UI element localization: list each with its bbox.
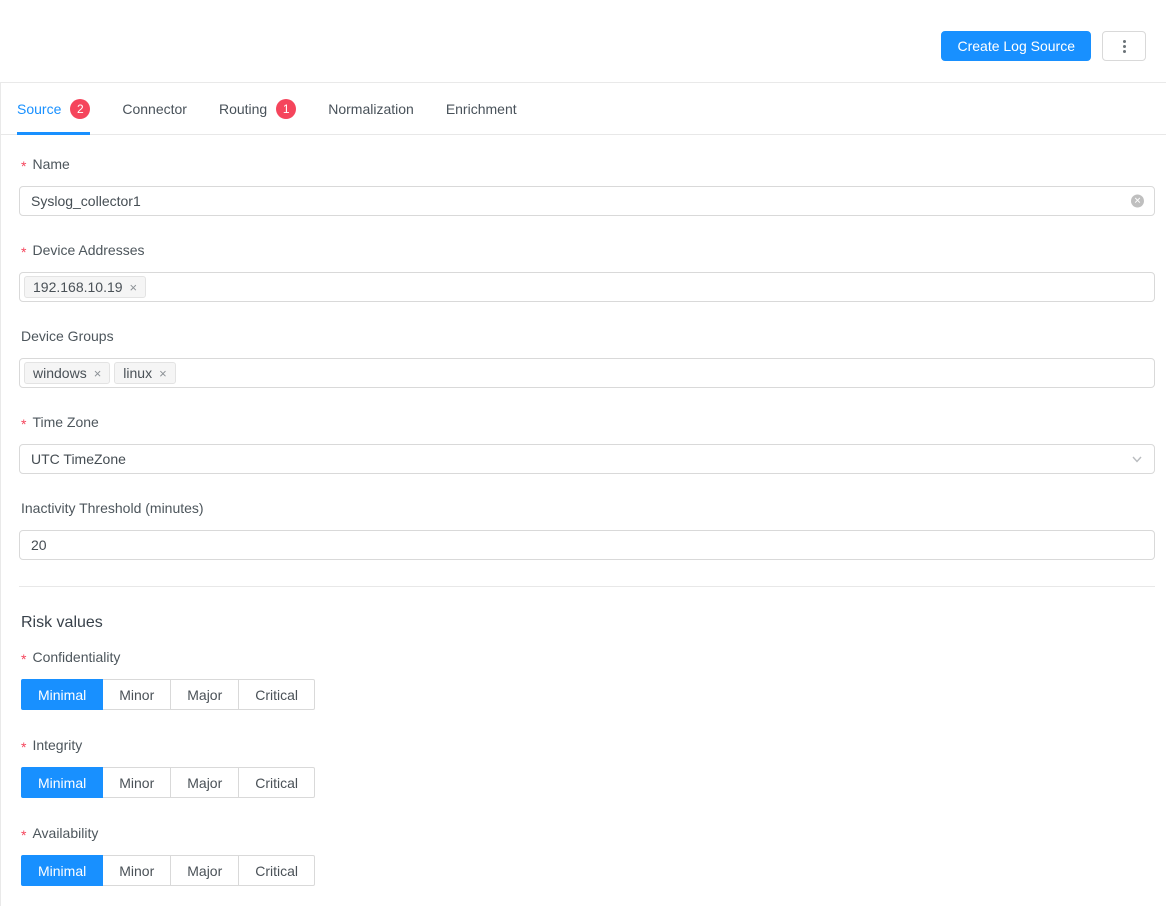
form-item-name: * Name ✕ xyxy=(19,156,1154,216)
more-actions-button[interactable] xyxy=(1102,31,1146,61)
tab-label: Normalization xyxy=(328,101,414,117)
clear-icon[interactable]: ✕ xyxy=(1131,195,1144,208)
create-log-source-page: Create Log Source Source 2 Connector Rou… xyxy=(0,0,1166,906)
tag-device-address: 192.168.10.19 × xyxy=(24,276,146,298)
routing-badge: 1 xyxy=(276,99,296,119)
ellipsis-vertical-icon xyxy=(1123,40,1126,53)
time-zone-select[interactable]: UTC TimeZone xyxy=(19,444,1155,474)
time-zone-label: * Time Zone xyxy=(21,414,1154,430)
time-zone-value: UTC TimeZone xyxy=(20,451,126,467)
form-item-time-zone: * Time Zone UTC TimeZone xyxy=(19,414,1154,474)
device-addresses-label: * Device Addresses xyxy=(21,242,1154,258)
name-input[interactable] xyxy=(20,187,1154,215)
chevron-down-icon xyxy=(1131,453,1143,465)
log-source-panel: Source 2 Connector Routing 1 Normalizati… xyxy=(0,83,1166,906)
page-header: Create Log Source xyxy=(0,0,1166,83)
integrity-option-critical[interactable]: Critical xyxy=(239,767,315,798)
form-item-availability: * Availability Minimal Minor Major Criti… xyxy=(19,825,1154,886)
required-asterisk: * xyxy=(21,651,26,667)
required-asterisk: * xyxy=(21,244,26,260)
device-groups-input[interactable]: windows × linux × xyxy=(19,358,1155,388)
tag-linux: linux × xyxy=(114,362,175,384)
confidentiality-option-minor[interactable]: Minor xyxy=(103,679,171,710)
create-log-source-button[interactable]: Create Log Source xyxy=(941,31,1091,61)
form-item-confidentiality: * Confidentiality Minimal Minor Major Cr… xyxy=(19,649,1154,710)
remove-tag-icon[interactable]: × xyxy=(130,281,138,294)
confidentiality-option-major[interactable]: Major xyxy=(171,679,239,710)
integrity-label: * Integrity xyxy=(21,737,1154,753)
tab-routing[interactable]: Routing 1 xyxy=(219,83,296,134)
integrity-option-major[interactable]: Major xyxy=(171,767,239,798)
name-field: ✕ xyxy=(19,186,1155,216)
name-label: * Name xyxy=(21,156,1154,172)
integrity-option-minor[interactable]: Minor xyxy=(103,767,171,798)
remove-tag-icon[interactable]: × xyxy=(159,367,167,380)
tab-label: Source xyxy=(17,101,61,117)
inactivity-threshold-label: Inactivity Threshold (minutes) xyxy=(21,500,1154,516)
availability-option-minor[interactable]: Minor xyxy=(103,855,171,886)
device-groups-label: Device Groups xyxy=(21,328,1154,344)
form-item-inactivity-threshold: Inactivity Threshold (minutes) xyxy=(19,500,1154,560)
inactivity-threshold-input[interactable] xyxy=(20,531,1154,559)
availability-option-minimal[interactable]: Minimal xyxy=(21,855,103,886)
availability-option-critical[interactable]: Critical xyxy=(239,855,315,886)
required-asterisk: * xyxy=(21,158,26,174)
source-badge: 2 xyxy=(70,99,90,119)
form-item-integrity: * Integrity Minimal Minor Major Critical xyxy=(19,737,1154,798)
section-divider xyxy=(19,586,1155,587)
tab-label: Routing xyxy=(219,101,267,117)
tag-windows: windows × xyxy=(24,362,110,384)
form-item-device-addresses: * Device Addresses 192.168.10.19 × xyxy=(19,242,1154,302)
confidentiality-options: Minimal Minor Major Critical xyxy=(21,679,315,710)
tab-label: Enrichment xyxy=(446,101,517,117)
availability-options: Minimal Minor Major Critical xyxy=(21,855,315,886)
source-form: * Name ✕ * Device Addresses 192.168.10.1… xyxy=(1,135,1166,886)
confidentiality-label: * Confidentiality xyxy=(21,649,1154,665)
confidentiality-option-minimal[interactable]: Minimal xyxy=(21,679,103,710)
inactivity-threshold-field xyxy=(19,530,1155,560)
required-asterisk: * xyxy=(21,827,26,843)
availability-option-major[interactable]: Major xyxy=(171,855,239,886)
tab-normalization[interactable]: Normalization xyxy=(328,83,414,134)
tab-enrichment[interactable]: Enrichment xyxy=(446,83,517,134)
form-item-device-groups: Device Groups windows × linux × xyxy=(19,328,1154,388)
availability-label: * Availability xyxy=(21,825,1154,841)
tab-bar: Source 2 Connector Routing 1 Normalizati… xyxy=(1,83,1166,135)
device-addresses-input[interactable]: 192.168.10.19 × xyxy=(19,272,1155,302)
required-asterisk: * xyxy=(21,739,26,755)
tab-source[interactable]: Source 2 xyxy=(17,83,90,134)
confidentiality-option-critical[interactable]: Critical xyxy=(239,679,315,710)
tab-label: Connector xyxy=(122,101,187,117)
risk-values-heading: Risk values xyxy=(21,614,1154,632)
tab-connector[interactable]: Connector xyxy=(122,83,187,134)
remove-tag-icon[interactable]: × xyxy=(94,367,102,380)
integrity-option-minimal[interactable]: Minimal xyxy=(21,767,103,798)
integrity-options: Minimal Minor Major Critical xyxy=(21,767,315,798)
required-asterisk: * xyxy=(21,416,26,432)
